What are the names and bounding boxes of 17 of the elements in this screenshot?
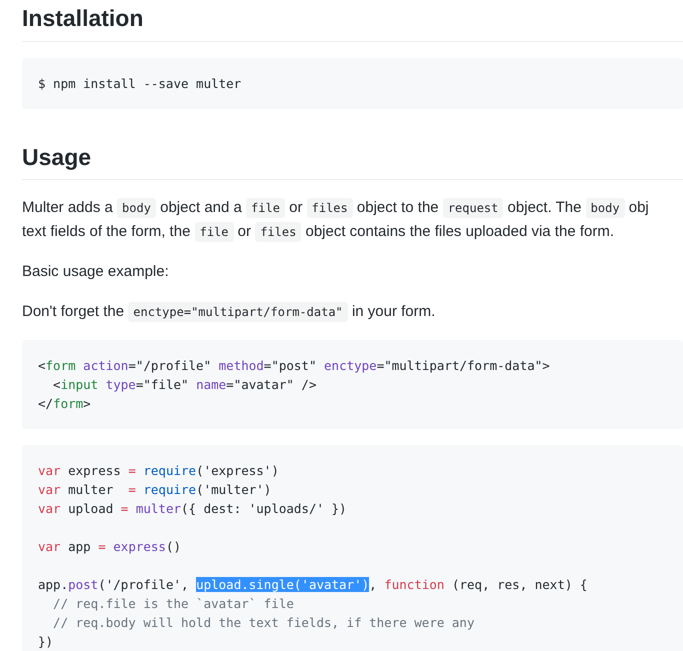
paragraph: Don't forget the enctype="multipart/form-data" in your form. <box>22 301 436 324</box>
code-line: var multer = require('multer') <box>38 481 272 500</box>
code-line: }) <box>38 633 54 651</box>
section-heading: Usage <box>22 138 683 180</box>
code-line: var upload = multer({ dest: 'uploads/' }) <box>38 500 348 518</box>
code-line: <form action="/profile" method="post" enctype="multipart/form-data"> <box>38 357 551 376</box>
code-line: <input type="file" name="avatar" /> <box>52 376 318 394</box>
code-line: </form> <box>38 395 92 414</box>
code-line: var express = require('express') <box>38 462 280 480</box>
code-line: $ npm install --save multer <box>38 74 242 93</box>
code-line: app.post('/profile', upload.single('avatar'), function (req, res, next) { <box>38 576 588 594</box>
code-line: // req.file is the `avatar` file <box>52 595 295 614</box>
code-line: var app = express() <box>38 538 182 556</box>
paragraph: Multer adds a body object and a file or files object to the request object. The body obj text fields of the form, the file or files object contains the files uploaded via the form. <box>22 197 650 244</box>
section-heading: Installation <box>22 0 683 42</box>
code-line: // req.body will hold the text fields, if there were any <box>52 614 476 632</box>
paragraph: Basic usage example: <box>22 262 170 282</box>
